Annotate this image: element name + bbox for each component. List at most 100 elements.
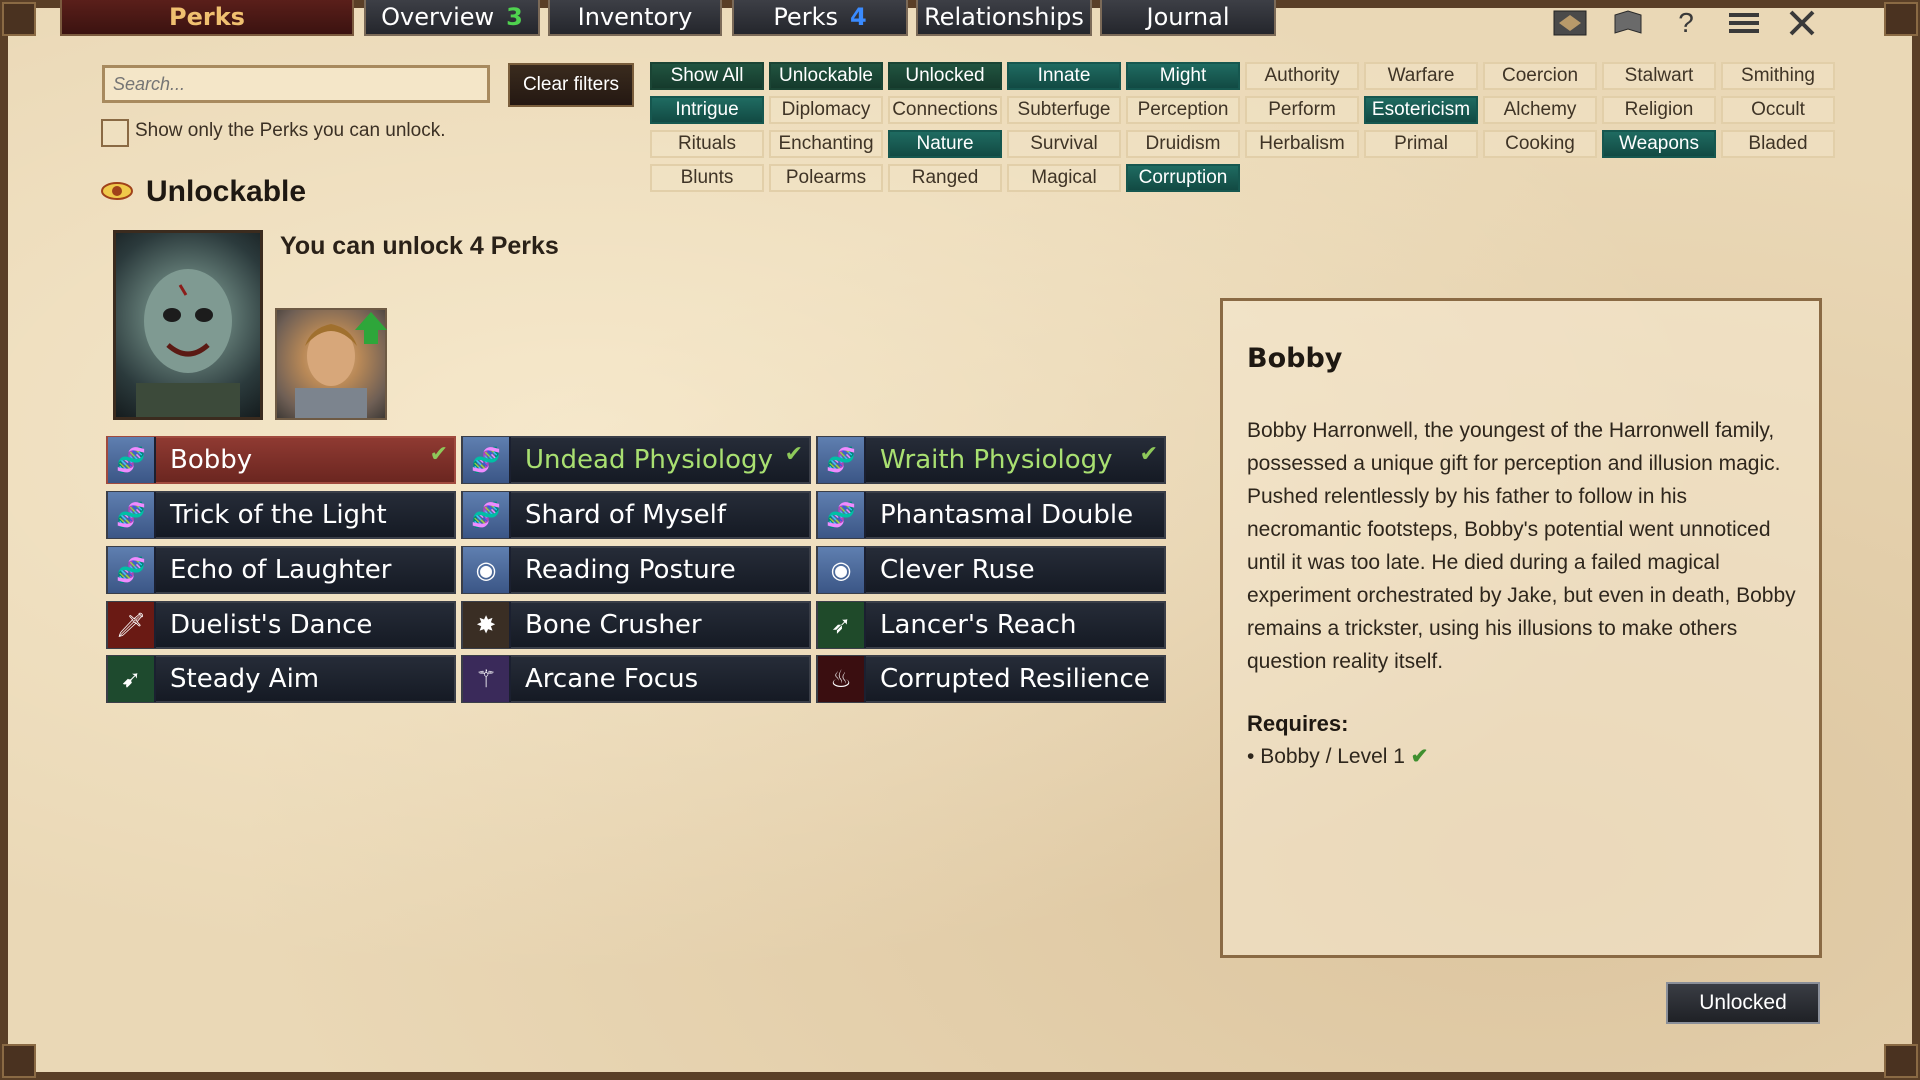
perk-name: Echo of Laughter — [170, 555, 392, 585]
filter-diplomacy[interactable]: Diplomacy — [769, 96, 883, 124]
perk-name: Undead Physiology — [525, 445, 773, 475]
dna-icon: 🧬 — [818, 492, 866, 538]
show-unlockable-label: Show only the Perks you can unlock. — [135, 120, 446, 141]
perk-name: Duelist's Dance — [170, 610, 373, 640]
filter-occult[interactable]: Occult — [1721, 96, 1835, 124]
tab-journal[interactable]: Journal — [1100, 0, 1276, 36]
tab-badge: 3 — [506, 3, 523, 31]
perk-name: Arcane Focus — [525, 664, 699, 694]
sword-icon: 🗡 — [108, 602, 156, 648]
filter-unlockable[interactable]: Unlockable — [769, 62, 883, 90]
perk-name: Trick of the Light — [170, 500, 387, 530]
eye-icon: ◉ — [463, 547, 511, 593]
perk-phantasmal-double[interactable]: 🧬 Phantasmal Double — [816, 491, 1166, 539]
detail-description: Bobby Harronwell, the youngest of the Ha… — [1247, 419, 1796, 673]
perk-name: Corrupted Resilience — [880, 664, 1150, 694]
tab-label: Perks — [773, 3, 838, 31]
perk-name: Shard of Myself — [525, 500, 726, 530]
perk-bone-crusher[interactable]: ✸ Bone Crusher — [461, 601, 811, 649]
filter-coercion[interactable]: Coercion — [1483, 62, 1597, 90]
filter-might[interactable]: Might — [1126, 62, 1240, 90]
filter-bladed[interactable]: Bladed — [1721, 130, 1835, 158]
filter-authority[interactable]: Authority — [1245, 62, 1359, 90]
map-icon[interactable] — [1552, 8, 1588, 38]
perk-corrupted-resilience[interactable]: ♨ Corrupted Resilience — [816, 655, 1166, 703]
filter-esotericism[interactable]: Esotericism — [1364, 96, 1478, 124]
filter-magical[interactable]: Magical — [1007, 164, 1121, 192]
tab-label: Overview — [381, 3, 495, 31]
scroll-icon[interactable] — [1610, 8, 1646, 38]
mace-icon: ✸ — [463, 602, 511, 648]
perk-detail-panel: Bobby Bobby Harronwell, the youngest of … — [1220, 298, 1822, 958]
filter-innate[interactable]: Innate — [1007, 62, 1121, 90]
filter-perception[interactable]: Perception — [1126, 96, 1240, 124]
search-input[interactable] — [102, 65, 490, 103]
tab-relationships[interactable]: Relationships — [916, 0, 1092, 36]
dna-icon: 🧬 — [108, 547, 156, 593]
filter-survival[interactable]: Survival — [1007, 130, 1121, 158]
perk-reading-posture[interactable]: ◉ Reading Posture — [461, 546, 811, 594]
check-icon: ✔ — [1139, 442, 1158, 467]
tab-label: Perks — [169, 3, 245, 31]
tab-inventory[interactable]: Inventory — [548, 0, 722, 36]
perk-name: Bone Crusher — [525, 610, 702, 640]
filter-corruption[interactable]: Corruption — [1126, 164, 1240, 192]
close-icon[interactable] — [1784, 8, 1820, 38]
perk-steady-aim[interactable]: ➹ Steady Aim — [106, 655, 456, 703]
filter-herbalism[interactable]: Herbalism — [1245, 130, 1359, 158]
perk-duelist-s-dance[interactable]: 🗡 Duelist's Dance — [106, 601, 456, 649]
unlock-count-text: You can unlock 4 Perks — [280, 232, 559, 260]
tab-label: Inventory — [577, 3, 693, 31]
filter-unlocked[interactable]: Unlocked — [888, 62, 1002, 90]
perk-arcane-focus[interactable]: ⚚ Arcane Focus — [461, 655, 811, 703]
filter-enchanting[interactable]: Enchanting — [769, 130, 883, 158]
tab-perks-title[interactable]: Perks — [60, 0, 354, 36]
filter-rituals[interactable]: Rituals — [650, 130, 764, 158]
filter-smithing[interactable]: Smithing — [1721, 62, 1835, 90]
tab-label: Relationships — [924, 3, 1084, 31]
filter-alchemy[interactable]: Alchemy — [1483, 96, 1597, 124]
filter-religion[interactable]: Religion — [1602, 96, 1716, 124]
dna-icon: 🧬 — [818, 437, 866, 483]
perk-echo-of-laughter[interactable]: 🧬 Echo of Laughter — [106, 546, 456, 594]
requires-label: Requires: — [1247, 711, 1349, 736]
perk-lancer-s-reach[interactable]: ➶ Lancer's Reach — [816, 601, 1166, 649]
filter-stalwart[interactable]: Stalwart — [1602, 62, 1716, 90]
perk-name: Steady Aim — [170, 664, 320, 694]
filter-weapons[interactable]: Weapons — [1602, 130, 1716, 158]
perk-bobby[interactable]: 🧬 Bobby ✔ — [106, 436, 456, 484]
filter-druidism[interactable]: Druidism — [1126, 130, 1240, 158]
filter-connections[interactable]: Connections — [888, 96, 1002, 124]
filter-warfare[interactable]: Warfare — [1364, 62, 1478, 90]
dna-icon: 🧬 — [463, 492, 511, 538]
perk-trick-of-the-light[interactable]: 🧬 Trick of the Light — [106, 491, 456, 539]
clear-filters-button[interactable]: Clear filters — [508, 63, 634, 107]
eye-icon: ◉ — [818, 547, 866, 593]
filter-subterfuge[interactable]: Subterfuge — [1007, 96, 1121, 124]
help-icon[interactable]: ? — [1668, 7, 1704, 38]
flame-icon: ♨ — [818, 656, 866, 702]
filter-primal[interactable]: Primal — [1364, 130, 1478, 158]
filter-intrigue[interactable]: Intrigue — [650, 96, 764, 124]
perk-shard-of-myself[interactable]: 🧬 Shard of Myself — [461, 491, 811, 539]
filter-blunts[interactable]: Blunts — [650, 164, 764, 192]
filter-show-all[interactable]: Show All — [650, 62, 764, 90]
requirement-item: • Bobby / Level 1 ✔ — [1247, 745, 1429, 768]
perk-undead-physiology[interactable]: 🧬 Undead Physiology ✔ — [461, 436, 811, 484]
detail-title: Bobby — [1247, 343, 1343, 374]
check-icon: ✔ — [1410, 745, 1429, 768]
tab-perks[interactable]: Perks 4 — [732, 0, 908, 36]
menu-icon[interactable] — [1726, 8, 1762, 38]
filter-polearms[interactable]: Polearms — [769, 164, 883, 192]
show-unlockable-checkbox[interactable] — [101, 119, 129, 147]
filter-cooking[interactable]: Cooking — [1483, 130, 1597, 158]
tab-overview[interactable]: Overview 3 — [364, 0, 540, 36]
unlocked-button[interactable]: Unlocked — [1666, 982, 1820, 1024]
perk-wraith-physiology[interactable]: 🧬 Wraith Physiology ✔ — [816, 436, 1166, 484]
filter-ranged[interactable]: Ranged — [888, 164, 1002, 192]
filter-nature[interactable]: Nature — [888, 130, 1002, 158]
filter-perform[interactable]: Perform — [1245, 96, 1359, 124]
perk-clever-ruse[interactable]: ◉ Clever Ruse — [816, 546, 1166, 594]
character-portrait-bobby[interactable] — [113, 230, 263, 420]
top-tab-bar: Perks Overview 3 Inventory Perks 4 Relatio… — [0, 0, 1920, 38]
